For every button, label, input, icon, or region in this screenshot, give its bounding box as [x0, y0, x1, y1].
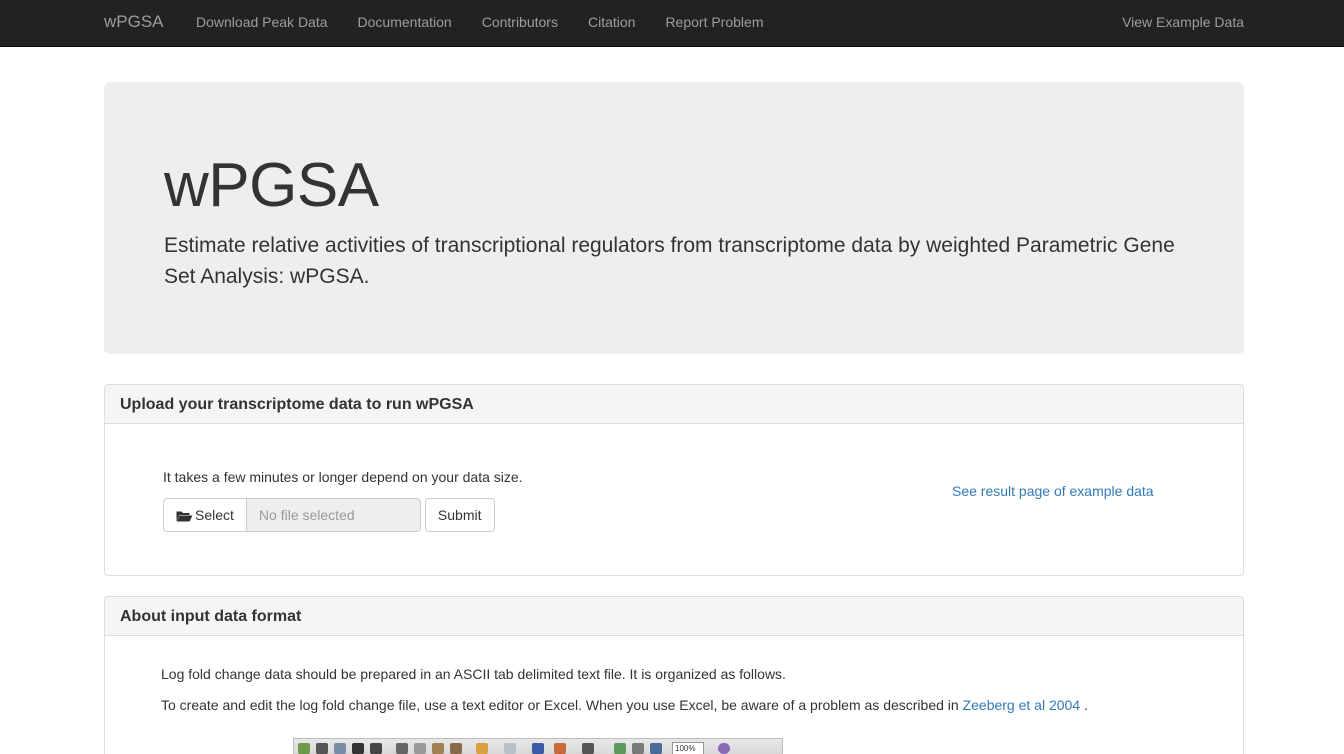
- nav-link-report-problem[interactable]: Report Problem: [665, 13, 763, 31]
- toolbar-format-icon: [450, 743, 462, 754]
- toolbar-save-icon: [352, 743, 364, 754]
- nav-link-documentation[interactable]: Documentation: [358, 13, 452, 31]
- submit-button[interactable]: Submit: [424, 498, 495, 532]
- toolbar-print-icon: [370, 743, 382, 754]
- toolbar-filter-icon: [582, 743, 594, 754]
- toolbar-undo-icon: [476, 743, 488, 754]
- toolbar-zoom-select: 100%: [672, 742, 704, 754]
- toolbar-copy-icon: [414, 743, 426, 754]
- jumbotron: wPGSA Estimate relative activities of tr…: [104, 82, 1244, 354]
- select-file-button[interactable]: Select: [163, 498, 247, 532]
- toolbar-open-icon: [334, 743, 346, 754]
- toolbar-sort-icon: [554, 743, 566, 754]
- toolbar-draw-icon: [650, 743, 662, 754]
- format-excel-note-text: To create and edit the log fold change f…: [161, 697, 963, 713]
- toolbar-sum-icon: [532, 743, 544, 754]
- toolbar-paste-icon: [432, 743, 444, 754]
- top-navbar: wPGSA Download Peak Data Documentation C…: [0, 0, 1344, 47]
- nav-links: Download Peak Data Documentation Contrib…: [196, 13, 793, 31]
- format-panel: About input data format Log fold change …: [104, 596, 1244, 754]
- toolbar-redo-icon: [504, 743, 516, 754]
- format-panel-heading: About input data format: [105, 597, 1243, 636]
- toolbar-table-icon: [632, 743, 644, 754]
- page-title: wPGSA: [164, 151, 379, 220]
- toolbar-grid-icon: [316, 743, 328, 754]
- nav-link-download-peak-data[interactable]: Download Peak Data: [196, 13, 328, 31]
- toolbar-chart-icon: [614, 743, 626, 754]
- nav-link-view-example-data[interactable]: View Example Data: [1122, 13, 1244, 31]
- nav-brand[interactable]: wPGSA: [104, 12, 164, 32]
- selected-file-display: No file selected: [246, 498, 421, 532]
- format-description: Log fold change data should be prepared …: [161, 666, 786, 682]
- format-excel-note: To create and edit the log fold change f…: [161, 696, 1088, 714]
- upload-panel-heading: Upload your transcriptome data to run wP…: [105, 385, 1243, 424]
- folder-open-icon: [176, 509, 193, 522]
- upload-panel: Upload your transcriptome data to run wP…: [104, 384, 1244, 576]
- upload-controls: Select No file selected Submit: [163, 498, 495, 532]
- page-lead: Estimate relative activities of transcri…: [164, 234, 1175, 288]
- example-result-link[interactable]: See result page of example data: [952, 482, 1154, 500]
- toolbar-cut-icon: [396, 743, 408, 754]
- upload-note: It takes a few minutes or longer depend …: [163, 469, 523, 485]
- format-excel-note-end: .: [1080, 697, 1088, 713]
- toolbar-new-icon: [298, 743, 310, 754]
- zeeberg-reference-link[interactable]: Zeeberg et al 2004: [963, 697, 1081, 713]
- nav-link-citation[interactable]: Citation: [588, 13, 635, 31]
- nav-link-contributors[interactable]: Contributors: [482, 13, 558, 31]
- excel-toolbar-screenshot: 100%: [293, 738, 783, 754]
- select-button-label: Select: [195, 507, 234, 523]
- toolbar-help-icon: [718, 743, 730, 754]
